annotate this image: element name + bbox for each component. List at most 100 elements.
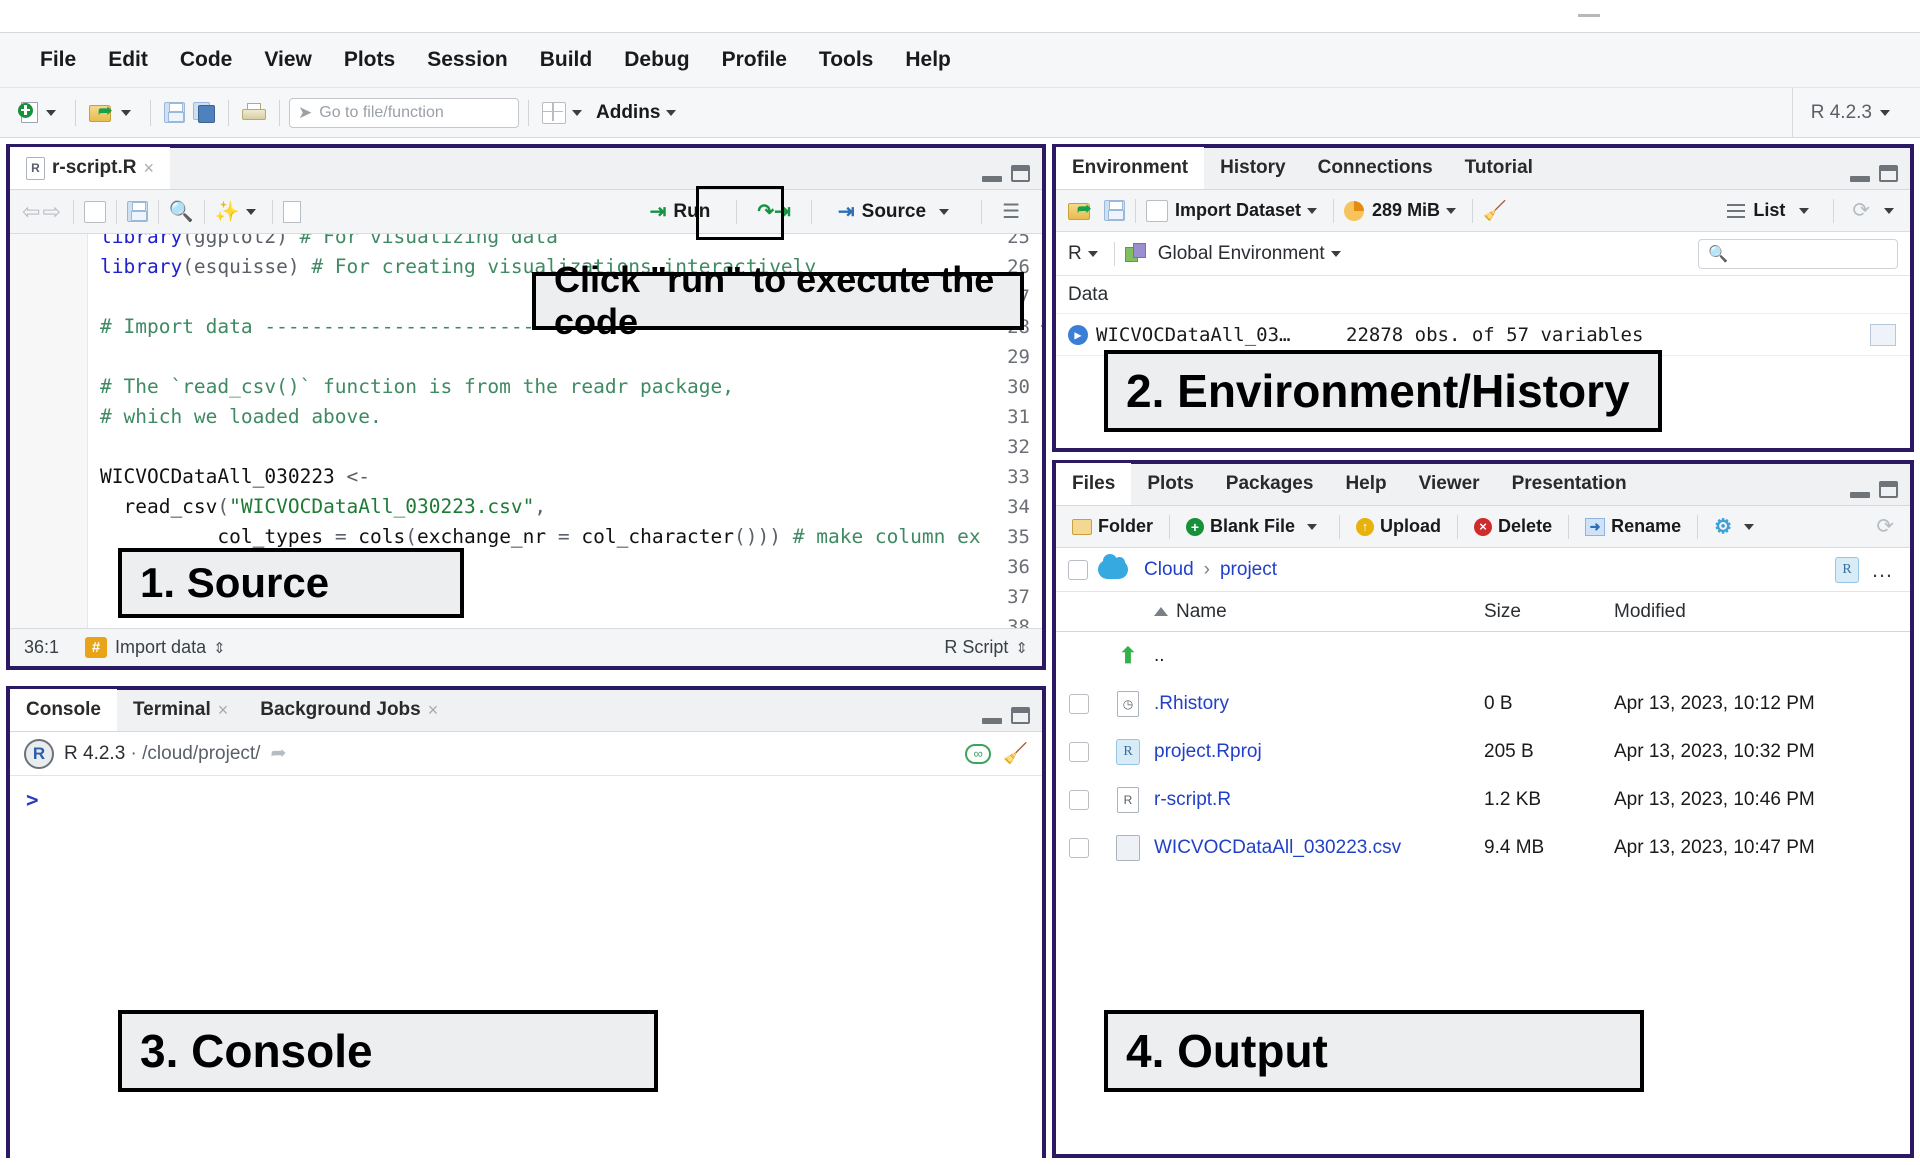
section-selector-icon[interactable]: ⇕ <box>213 639 226 657</box>
console-maximize-icon[interactable] <box>1011 707 1030 724</box>
back-arrow-icon[interactable]: ⇦ <box>22 199 40 225</box>
file-select-checkbox[interactable] <box>1069 694 1089 714</box>
refresh-chevron-down-icon[interactable] <box>1884 207 1894 214</box>
global-environment-label[interactable]: Global Environment <box>1158 243 1325 265</box>
global-environment-chevron-down-icon[interactable] <box>1330 250 1341 257</box>
breadcrumb-project[interactable]: project <box>1220 559 1277 581</box>
menu-item-code[interactable]: Code <box>164 48 249 72</box>
r-version-chevron-down-icon[interactable] <box>1880 110 1890 116</box>
more-settings-button[interactable]: ⚙ <box>1708 514 1766 539</box>
menu-item-view[interactable]: View <box>248 48 327 72</box>
file-select-checkbox[interactable] <box>1069 790 1089 810</box>
clear-objects-broom-icon[interactable]: 🧹 <box>1483 199 1507 223</box>
run-button[interactable]: ⇥ Run <box>644 197 717 226</box>
clear-console-broom-icon[interactable]: 🧹 <box>1003 741 1028 766</box>
r-version-selector[interactable]: R 4.2.3 <box>1791 88 1896 138</box>
code-fold-toggle-icon[interactable]: ▾ <box>1039 312 1042 342</box>
menu-item-help[interactable]: Help <box>889 48 967 72</box>
source-chevron-down-icon[interactable] <box>939 208 950 215</box>
delete-button[interactable]: × Delete <box>1468 516 1558 537</box>
terminal-close-icon[interactable]: × <box>218 700 229 721</box>
tab-tutorial[interactable]: Tutorial <box>1449 147 1549 189</box>
language-scope-chevron-down-icon[interactable] <box>1087 250 1098 257</box>
rerun-icon[interactable]: ↷⇥ <box>757 199 791 224</box>
source-tab-r-script[interactable]: R r-script.R × <box>10 147 170 189</box>
files-minimize-icon[interactable] <box>1850 486 1870 498</box>
save-button[interactable] <box>160 100 189 125</box>
tab-background-jobs[interactable]: Background Jobs × <box>244 689 454 731</box>
menu-item-build[interactable]: Build <box>524 48 609 72</box>
pane-layout-button[interactable] <box>538 100 592 126</box>
print-button[interactable] <box>238 101 270 125</box>
files-refresh-icon[interactable]: ⟳ <box>1876 514 1894 539</box>
column-header-name[interactable]: Name <box>1154 601 1484 623</box>
find-replace-icon[interactable]: 🔍 <box>169 199 194 224</box>
tab-console[interactable]: Console <box>10 689 117 731</box>
menu-item-plots[interactable]: Plots <box>328 48 411 72</box>
file-name[interactable]: WICVOCDataAll_030223.csv <box>1154 837 1484 859</box>
tab-files[interactable]: Files <box>1056 463 1132 505</box>
menu-item-edit[interactable]: Edit <box>92 48 164 72</box>
new-blank-file-button[interactable]: + Blank File <box>1180 516 1329 537</box>
open-file-chevron-down-icon[interactable] <box>121 109 131 116</box>
file-select-checkbox[interactable] <box>1069 838 1089 858</box>
tab-packages[interactable]: Packages <box>1210 463 1330 505</box>
new-file-button[interactable] <box>14 99 66 127</box>
file-name[interactable]: project.Rproj <box>1154 741 1484 763</box>
menu-item-profile[interactable]: Profile <box>706 48 803 72</box>
file-row[interactable]: Rproject.Rproj 205 B Apr 13, 2023, 10:32 P… <box>1056 728 1910 776</box>
gear-chevron-down-icon[interactable] <box>1744 523 1755 530</box>
tab-terminal[interactable]: Terminal × <box>117 689 244 731</box>
view-mode-chevron-down-icon[interactable] <box>1799 207 1810 214</box>
show-directory-icon[interactable]: ➦ <box>270 742 286 765</box>
interrupt-r-icon[interactable]: ∞ <box>965 743 992 764</box>
save-workspace-icon[interactable] <box>1104 200 1125 221</box>
file-name[interactable]: r-script.R <box>1154 789 1484 811</box>
environment-maximize-icon[interactable] <box>1879 165 1898 182</box>
view-mode-label[interactable]: List <box>1753 200 1785 221</box>
file-row[interactable]: Rr-script.R 1.2 KB Apr 13, 2023, 10:46 PM <box>1056 776 1910 824</box>
tab-presentation[interactable]: Presentation <box>1496 463 1643 505</box>
editor-save-icon[interactable] <box>126 201 148 222</box>
editor-align-icon[interactable]: ☰ <box>1002 199 1020 224</box>
file-row-parent[interactable]: ⬆ .. <box>1056 632 1910 680</box>
column-header-modified[interactable]: Modified <box>1614 601 1910 623</box>
forward-arrow-icon[interactable]: ⇨ <box>42 199 60 225</box>
rproj-badge-icon[interactable]: R <box>1835 556 1859 583</box>
tab-history[interactable]: History <box>1204 147 1301 189</box>
select-all-checkbox[interactable] <box>1068 559 1088 580</box>
menu-item-tools[interactable]: Tools <box>803 48 889 72</box>
environment-search-input[interactable]: 🔍 <box>1698 238 1898 269</box>
language-scope-label[interactable]: R <box>1068 243 1082 265</box>
file-select-checkbox[interactable] <box>1069 742 1089 762</box>
tab-environment[interactable]: Environment <box>1056 147 1205 189</box>
addins-chevron-down-icon[interactable] <box>666 109 677 116</box>
source-maximize-icon[interactable] <box>1011 165 1030 182</box>
addins-button[interactable]: Addins <box>592 100 686 126</box>
save-all-button[interactable] <box>189 100 219 125</box>
file-row[interactable]: ◷ .Rhistory 0 B Apr 13, 2023, 10:12 PM <box>1056 680 1910 728</box>
more-options-icon[interactable]: … <box>1871 557 1894 583</box>
view-data-grid-icon[interactable] <box>1870 323 1896 346</box>
memory-chevron-down-icon[interactable] <box>1446 207 1457 214</box>
memory-usage-label[interactable]: 289 MiB <box>1372 200 1440 221</box>
document-type-selector-icon[interactable]: ⇕ <box>1015 639 1028 657</box>
code-tools-chevron-down-icon[interactable] <box>245 208 256 215</box>
console-output-area[interactable]: > <box>10 776 1042 1165</box>
console-minimize-icon[interactable] <box>982 712 1002 724</box>
upload-button[interactable]: ↑ Upload <box>1350 516 1447 537</box>
open-file-button[interactable]: ➦ <box>85 100 141 126</box>
tab-viewer[interactable]: Viewer <box>1403 463 1496 505</box>
file-row[interactable]: WICVOCDataAll_030223.csv 9.4 MB Apr 13, 20… <box>1056 824 1910 872</box>
rename-button[interactable]: ➜ Rename <box>1579 516 1687 537</box>
source-tab-close-icon[interactable]: × <box>143 158 154 179</box>
document-outline-icon[interactable] <box>282 200 301 223</box>
background-jobs-close-icon[interactable]: × <box>428 700 439 721</box>
file-name[interactable]: .Rhistory <box>1154 693 1484 715</box>
menu-item-session[interactable]: Session <box>411 48 524 72</box>
environment-minimize-icon[interactable] <box>1850 170 1870 182</box>
import-dataset-label[interactable]: Import Dataset <box>1175 200 1301 221</box>
breadcrumb-cloud[interactable]: Cloud <box>1144 559 1194 581</box>
menu-item-debug[interactable]: Debug <box>608 48 705 72</box>
source-button[interactable]: ⇥ Source <box>832 197 961 226</box>
